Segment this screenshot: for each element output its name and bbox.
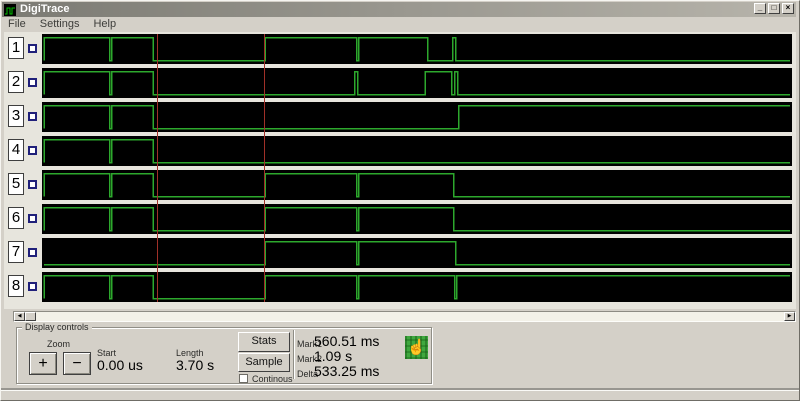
channel-scope-1[interactable] [42,34,792,64]
continous-checkbox[interactable] [239,374,248,383]
divider [293,330,294,379]
titlebar[interactable]: DigiTrace _ □ × [2,2,796,17]
display-controls-group: Display controls Zoom + − Start 0.00 us … [16,322,432,384]
channel-scope-6[interactable] [42,204,792,234]
mark1-value: 560.51 ms [314,333,380,349]
app-icon [4,3,16,16]
trace-line-8 [43,274,790,300]
channel-row-4: 4 [4,136,796,166]
stats-button[interactable]: Stats [238,332,290,352]
channel-row-1: 1 [4,34,796,64]
channel-scope-5[interactable] [42,170,792,200]
minimize-icon[interactable]: _ [754,3,766,14]
channel-scope-2[interactable] [42,68,792,98]
channel-indicator-5[interactable] [28,180,37,189]
channel-label-2: 2 [8,71,24,93]
scroll-right-icon[interactable]: ▶ [784,312,795,321]
length-value: 3.70 s [176,357,215,373]
start-value: 0.00 us [97,357,143,373]
maximize-icon[interactable]: □ [768,3,780,14]
channel-label-1: 1 [8,37,24,59]
channel-indicator-1[interactable] [28,44,37,53]
marker-line-mark2 [264,34,265,302]
trace-line-3 [43,104,790,130]
titlebar-buttons: _ □ × [754,3,794,14]
menu-help[interactable]: Help [87,17,124,31]
channel-label-8: 8 [8,275,24,297]
close-icon[interactable]: × [782,3,794,14]
mark2-value: 1.09 s [314,348,353,364]
trace-line-5 [43,172,790,198]
channel-indicator-8[interactable] [28,282,37,291]
trace-line-4 [43,138,790,164]
channel-row-7: 7 [4,238,796,268]
horizontal-scrollbar[interactable]: ◀ ▶ [13,311,796,322]
channel-label-3: 3 [8,105,24,127]
channel-label-5: 5 [8,173,24,195]
delta-value: 533.25 ms [314,363,380,379]
channel-indicator-7[interactable] [28,248,37,257]
thumbs-up-icon: ☝ [405,336,428,359]
menu-settings[interactable]: Settings [34,17,88,31]
trace-line-1 [43,36,790,62]
bottom-divider [0,388,800,391]
marker-line-mark1 [157,34,158,302]
channel-row-3: 3 [4,102,796,132]
channel-row-2: 2 [4,68,796,98]
channel-scope-3[interactable] [42,102,792,132]
channel-indicator-2[interactable] [28,78,37,87]
channel-label-7: 7 [8,241,24,263]
channel-row-8: 8 [4,272,796,302]
zoom-out-button[interactable]: − [63,352,91,375]
channel-scope-8[interactable] [42,272,792,302]
trace-line-6 [43,206,790,232]
scroll-left-icon[interactable]: ◀ [14,312,25,321]
channel-scope-4[interactable] [42,136,792,166]
channel-label-6: 6 [8,207,24,229]
channel-indicator-6[interactable] [28,214,37,223]
channel-label-4: 4 [8,139,24,161]
group-title: Display controls [22,322,92,332]
channel-row-6: 6 [4,204,796,234]
window-title: DigiTrace [20,3,70,15]
menu-file[interactable]: File [2,17,34,31]
channel-indicator-4[interactable] [28,146,37,155]
menubar: File Settings Help [2,17,796,31]
channel-indicator-3[interactable] [28,112,37,121]
channel-scope-7[interactable] [42,238,792,268]
channel-row-5: 5 [4,170,796,200]
scrollbar-thumb[interactable] [25,312,36,321]
trace-line-7 [44,240,790,266]
waveform-panel: 1 2 3 4 5 6 7 8 [4,32,796,309]
zoom-label: Zoom [47,339,71,349]
continous-label: Continous [252,374,293,384]
sample-button[interactable]: Sample [238,353,290,372]
trace-line-2 [43,70,790,96]
zoom-in-button[interactable]: + [29,352,57,375]
